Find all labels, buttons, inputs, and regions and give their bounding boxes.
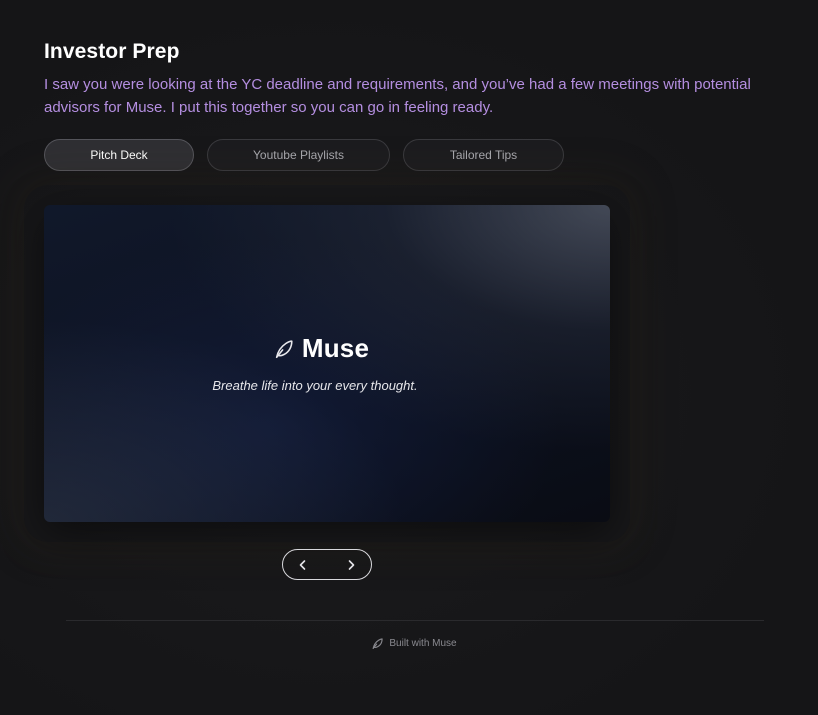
- tab-youtube-playlists[interactable]: Youtube Playlists: [207, 139, 390, 171]
- slide-tagline: Breathe life into your every thought.: [212, 378, 418, 393]
- chevron-right-icon: [345, 559, 357, 571]
- tab-pitch-deck[interactable]: Pitch Deck: [44, 139, 194, 171]
- tab-label: Youtube Playlists: [253, 148, 344, 162]
- slide-brand-name: Muse: [301, 333, 370, 363]
- slide-pager: [282, 549, 372, 580]
- footer: Built with Muse: [0, 637, 818, 650]
- page-subtitle: I saw you were looking at the YC deadlin…: [44, 76, 751, 116]
- chevron-left-icon: [297, 559, 309, 571]
- investor-prep-page: Investor Prep I saw you were looking at …: [0, 0, 818, 715]
- leaf-icon: [371, 637, 384, 650]
- tab-label: Tailored Tips: [449, 148, 518, 162]
- tab-label: Pitch Deck: [90, 148, 148, 162]
- tab-tailored-tips[interactable]: Tailored Tips: [403, 139, 564, 171]
- page-title: Investor Prep: [44, 40, 180, 63]
- footer-divider: [66, 620, 764, 621]
- previous-slide-button[interactable]: [285, 550, 321, 579]
- slide-brand: Muse: [44, 333, 610, 364]
- leaf-icon: [273, 338, 295, 360]
- next-slide-button[interactable]: [333, 550, 369, 579]
- pitch-deck-slide: Muse Breathe life into your every though…: [44, 205, 610, 522]
- built-with-muse-link[interactable]: Built with Muse: [389, 638, 456, 649]
